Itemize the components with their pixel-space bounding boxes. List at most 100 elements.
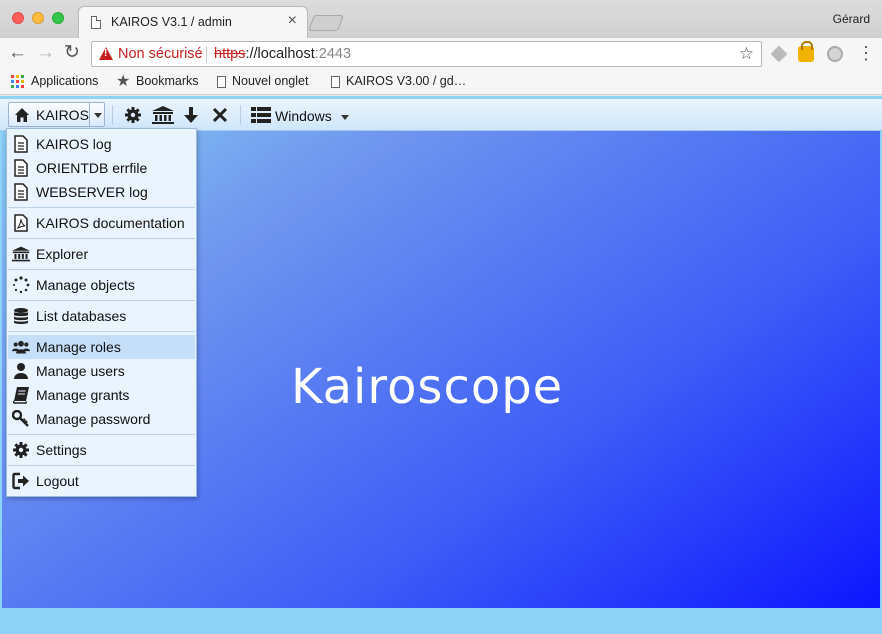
browser-toolbar: ← → ↻ Non sécurisé https://localhost:244… <box>0 38 882 70</box>
profile-name[interactable]: Gérard <box>833 12 870 26</box>
menu-item-label: Manage grants <box>36 387 130 403</box>
book-icon <box>12 387 29 404</box>
users-icon <box>12 340 30 354</box>
lock-extension-icon[interactable] <box>798 41 814 62</box>
kairos-menu-label: KAIROS <box>36 107 89 123</box>
menu-item-manage-objects[interactable]: Manage objects <box>8 273 195 297</box>
menu-item-manage-password[interactable]: Manage password <box>8 407 195 431</box>
browser-menu-icon[interactable]: ⋮ <box>857 43 875 63</box>
url-separator: :// <box>245 46 258 62</box>
chevron-down-icon[interactable] <box>341 115 349 120</box>
star-icon: ★ <box>116 73 131 90</box>
bank-icon <box>12 246 30 262</box>
menu-divider <box>8 269 195 270</box>
page-icon <box>217 76 226 88</box>
menu-item-label: Manage objects <box>36 277 135 293</box>
url-port: :2443 <box>314 46 352 62</box>
menu-item-manage-grants[interactable]: Manage grants <box>8 383 195 407</box>
menu-item-settings[interactable]: Settings <box>8 438 195 462</box>
menu-item-label: WEBSERVER log <box>36 184 148 200</box>
menu-item-label: Logout <box>36 473 79 489</box>
gear-icon[interactable] <box>124 106 142 124</box>
menu-item-kairos-documentation[interactable]: KAIROS documentation <box>8 211 195 235</box>
menu-item-label: KAIROS log <box>36 136 112 152</box>
bookmark-folder[interactable]: Bookmarks <box>136 74 199 88</box>
key-icon <box>12 410 29 427</box>
zoom-window-button[interactable] <box>52 12 64 24</box>
security-indicator[interactable]: Non sécurisé <box>118 46 203 62</box>
menu-item-logout[interactable]: Logout <box>8 469 195 493</box>
splash-title: Kairoscope <box>291 359 564 415</box>
menu-item-manage-users[interactable]: Manage users <box>8 359 195 383</box>
menu-item-label: Manage password <box>36 411 151 427</box>
menu-item-list-databases[interactable]: List databases <box>8 304 195 328</box>
omnibox-separator <box>206 46 207 63</box>
page-icon <box>91 16 101 29</box>
back-arrow-icon[interactable]: ← <box>8 43 27 63</box>
url-text[interactable]: https://localhost:2443 <box>214 46 351 62</box>
menu-item-orientdb-errfile[interactable]: ORIENTDB errfile <box>8 156 195 180</box>
reload-icon[interactable]: ↻ <box>64 43 80 63</box>
warning-icon <box>99 47 113 60</box>
gauge-extension-icon[interactable] <box>827 46 843 62</box>
file-pdf-icon <box>14 214 28 232</box>
arrow-down-icon[interactable] <box>182 106 200 124</box>
file-text-icon <box>14 183 28 201</box>
menu-item-label: ORIENTDB errfile <box>36 160 148 176</box>
menu-item-label: KAIROS documentation <box>36 215 185 231</box>
menu-divider <box>8 331 195 332</box>
home-icon <box>15 108 29 122</box>
menu-divider <box>8 465 195 466</box>
user-icon <box>14 363 28 379</box>
sign-out-icon <box>12 472 29 490</box>
menu-item-label: Manage roles <box>36 339 121 355</box>
bank-icon[interactable] <box>152 106 174 124</box>
gear-icon <box>13 442 29 458</box>
bookmark-new-tab[interactable]: Nouvel onglet <box>232 74 308 88</box>
bookmark-kairos[interactable]: KAIROS V3.00 / gd… <box>346 74 466 88</box>
url-protocol: https <box>214 46 246 62</box>
apps-grid-icon <box>11 75 24 88</box>
menu-item-explorer[interactable]: Explorer <box>8 242 195 266</box>
menu-item-webserver-log[interactable]: WEBSERVER log <box>8 180 195 204</box>
minimize-window-button[interactable] <box>32 12 44 24</box>
browser-tab[interactable]: KAIROS V3.1 / admin × <box>78 6 308 38</box>
menu-divider <box>8 300 195 301</box>
kairos-menu-button[interactable]: KAIROS <box>8 102 105 127</box>
close-icon[interactable] <box>211 106 229 124</box>
forward-arrow-icon[interactable]: → <box>36 43 55 63</box>
menu-divider <box>8 238 195 239</box>
toolbar-divider <box>112 105 113 125</box>
windows-menu-button[interactable]: Windows <box>275 108 332 124</box>
list-icon[interactable] <box>251 106 271 124</box>
file-text-icon <box>14 135 28 153</box>
url-host: localhost <box>257 46 315 62</box>
browser-tab-strip: KAIROS V3.1 / admin × Gérard <box>0 0 882 38</box>
chevron-down-icon[interactable] <box>89 103 105 126</box>
address-bar[interactable]: Non sécurisé https://localhost:2443 ☆ <box>91 41 762 67</box>
tab-title: KAIROS V3.1 / admin <box>111 15 232 29</box>
bookmark-applications[interactable]: Applications <box>31 74 98 88</box>
menu-item-manage-roles[interactable]: Manage roles <box>8 335 195 359</box>
new-tab-button[interactable] <box>308 15 344 31</box>
menu-divider <box>8 207 195 208</box>
close-window-button[interactable] <box>12 12 24 24</box>
menu-item-label: Settings <box>36 442 87 458</box>
page-icon <box>331 76 340 88</box>
menu-divider <box>8 434 195 435</box>
menu-item-label: List databases <box>36 308 127 324</box>
tab-close-icon[interactable]: × <box>288 12 297 30</box>
kairos-dropdown-menu: KAIROS log ORIENTDB errfile WEBSERVER lo… <box>6 128 197 497</box>
page-content: Kairoscope KAIROS Windows KAIROS log ORI… <box>0 96 882 634</box>
menu-item-label: Manage users <box>36 363 125 379</box>
menu-item-label: Explorer <box>36 246 89 262</box>
app-toolbar: KAIROS Windows <box>0 99 882 131</box>
database-icon <box>14 308 28 324</box>
toolbar-divider <box>240 105 241 125</box>
bookmark-star-icon[interactable]: ☆ <box>739 44 754 64</box>
drive-extension-icon[interactable] <box>770 45 788 63</box>
file-text-icon <box>14 159 28 177</box>
menu-item-kairos-log[interactable]: KAIROS log <box>8 132 195 156</box>
bookmarks-bar: Applications ★ Bookmarks Nouvel onglet K… <box>0 70 882 95</box>
spinner-icon <box>13 276 30 294</box>
